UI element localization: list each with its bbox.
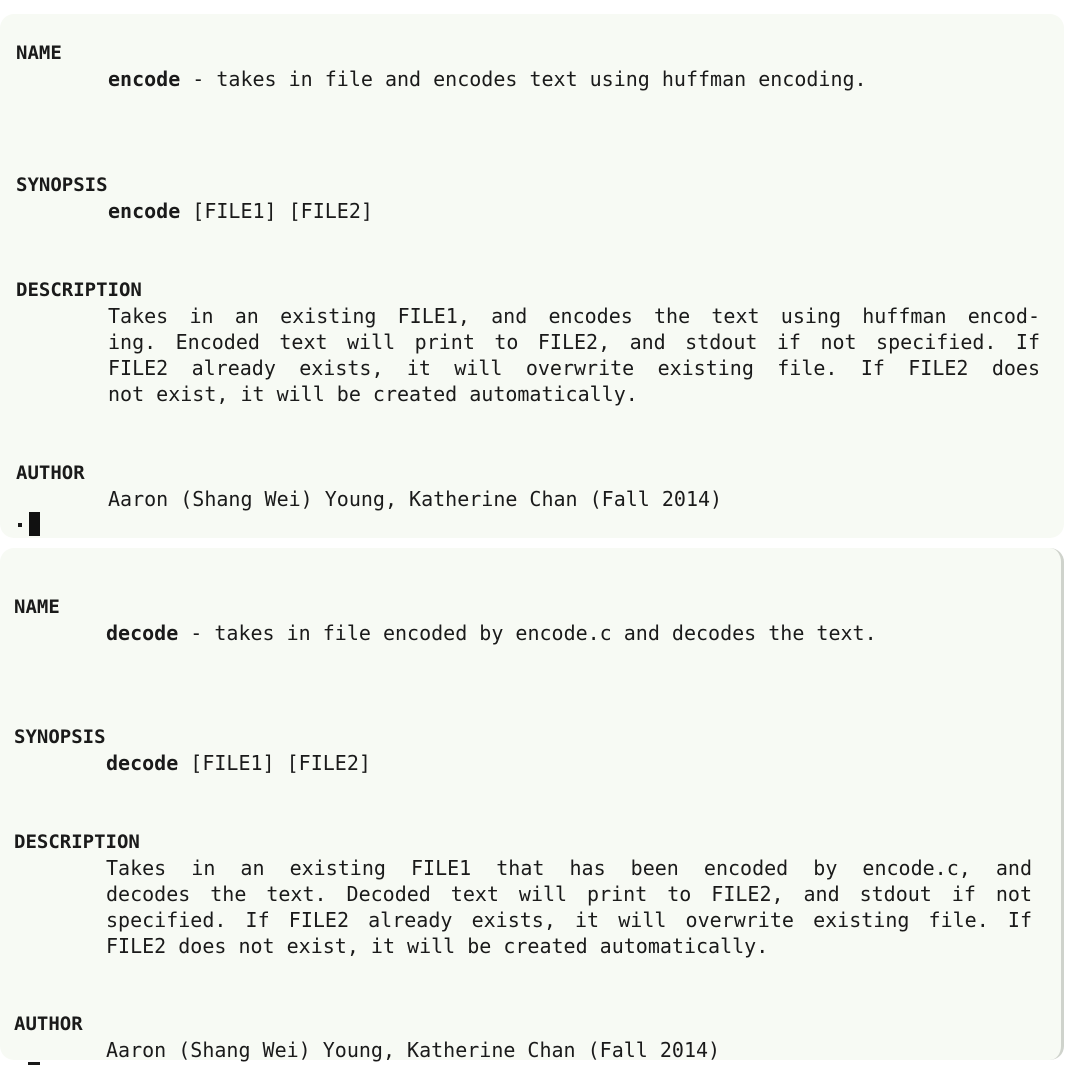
command-name: decode (106, 621, 179, 645)
man-page-decode[interactable]: NAME decode - takes in file encoded by e… (0, 548, 1064, 1062)
synopsis-line: decode [FILE1] [FILE2] (106, 750, 371, 776)
author-text: Aaron (Shang Wei) Young, Katherine Chan … (106, 1038, 721, 1062)
section-heading-author: AUTHOR (14, 1013, 83, 1035)
command-name: encode (108, 67, 181, 91)
synopsis-command: encode (108, 199, 181, 223)
description-body: Takes in an existing FILE1, and encodes … (108, 303, 1040, 407)
section-heading-name: NAME (16, 42, 62, 64)
synopsis-args: [FILE1] [FILE2] (180, 199, 373, 223)
synopsis-line: encode [FILE1] [FILE2] (108, 198, 373, 224)
description-line: ing. Encoded text will print to FILE2, a… (108, 330, 1040, 354)
section-heading-name: NAME (14, 596, 60, 618)
description-line: not exist, it will be created automatica… (108, 382, 638, 406)
section-heading-synopsis: SYNOPSIS (16, 174, 108, 196)
command-summary: - takes in file encoded by encode.c and … (178, 621, 877, 645)
screenshot-page: NAME encode - takes in file and encodes … (0, 0, 1080, 1080)
description-line: specified. If FILE2 already exists, it w… (106, 908, 1032, 932)
cursor-block (29, 512, 40, 536)
section-heading-description: DESCRIPTION (16, 279, 142, 301)
description-line: Takes in an existing FILE1, and encodes … (108, 304, 1040, 328)
synopsis-args: [FILE1] [FILE2] (178, 751, 371, 775)
synopsis-command: decode (106, 751, 179, 775)
man-page-encode[interactable]: NAME encode - takes in file and encodes … (0, 14, 1064, 538)
description-line: FILE2 already exists, it will overwrite … (108, 356, 1040, 380)
prompt-dot (18, 523, 22, 527)
name-line: encode - takes in file and encodes text … (108, 66, 867, 92)
section-heading-synopsis: SYNOPSIS (14, 726, 106, 748)
section-heading-author: AUTHOR (16, 462, 85, 484)
description-line: FILE2 does not exist, it will be created… (106, 934, 769, 958)
description-line: decodes the text. Decoded text will prin… (106, 882, 1032, 906)
author-text: Aaron (Shang Wei) Young, Katherine Chan … (108, 487, 723, 511)
description-line: Takes in an existing FILE1 that has been… (106, 856, 1032, 880)
terminal-cursor (18, 512, 44, 538)
command-summary: - takes in file and encodes text using h… (180, 67, 867, 91)
name-line: decode - takes in file encoded by encode… (106, 620, 877, 646)
description-body: Takes in an existing FILE1 that has been… (106, 855, 1032, 959)
terminal-cursor-fragment (28, 1062, 40, 1065)
section-heading-description: DESCRIPTION (14, 831, 140, 853)
